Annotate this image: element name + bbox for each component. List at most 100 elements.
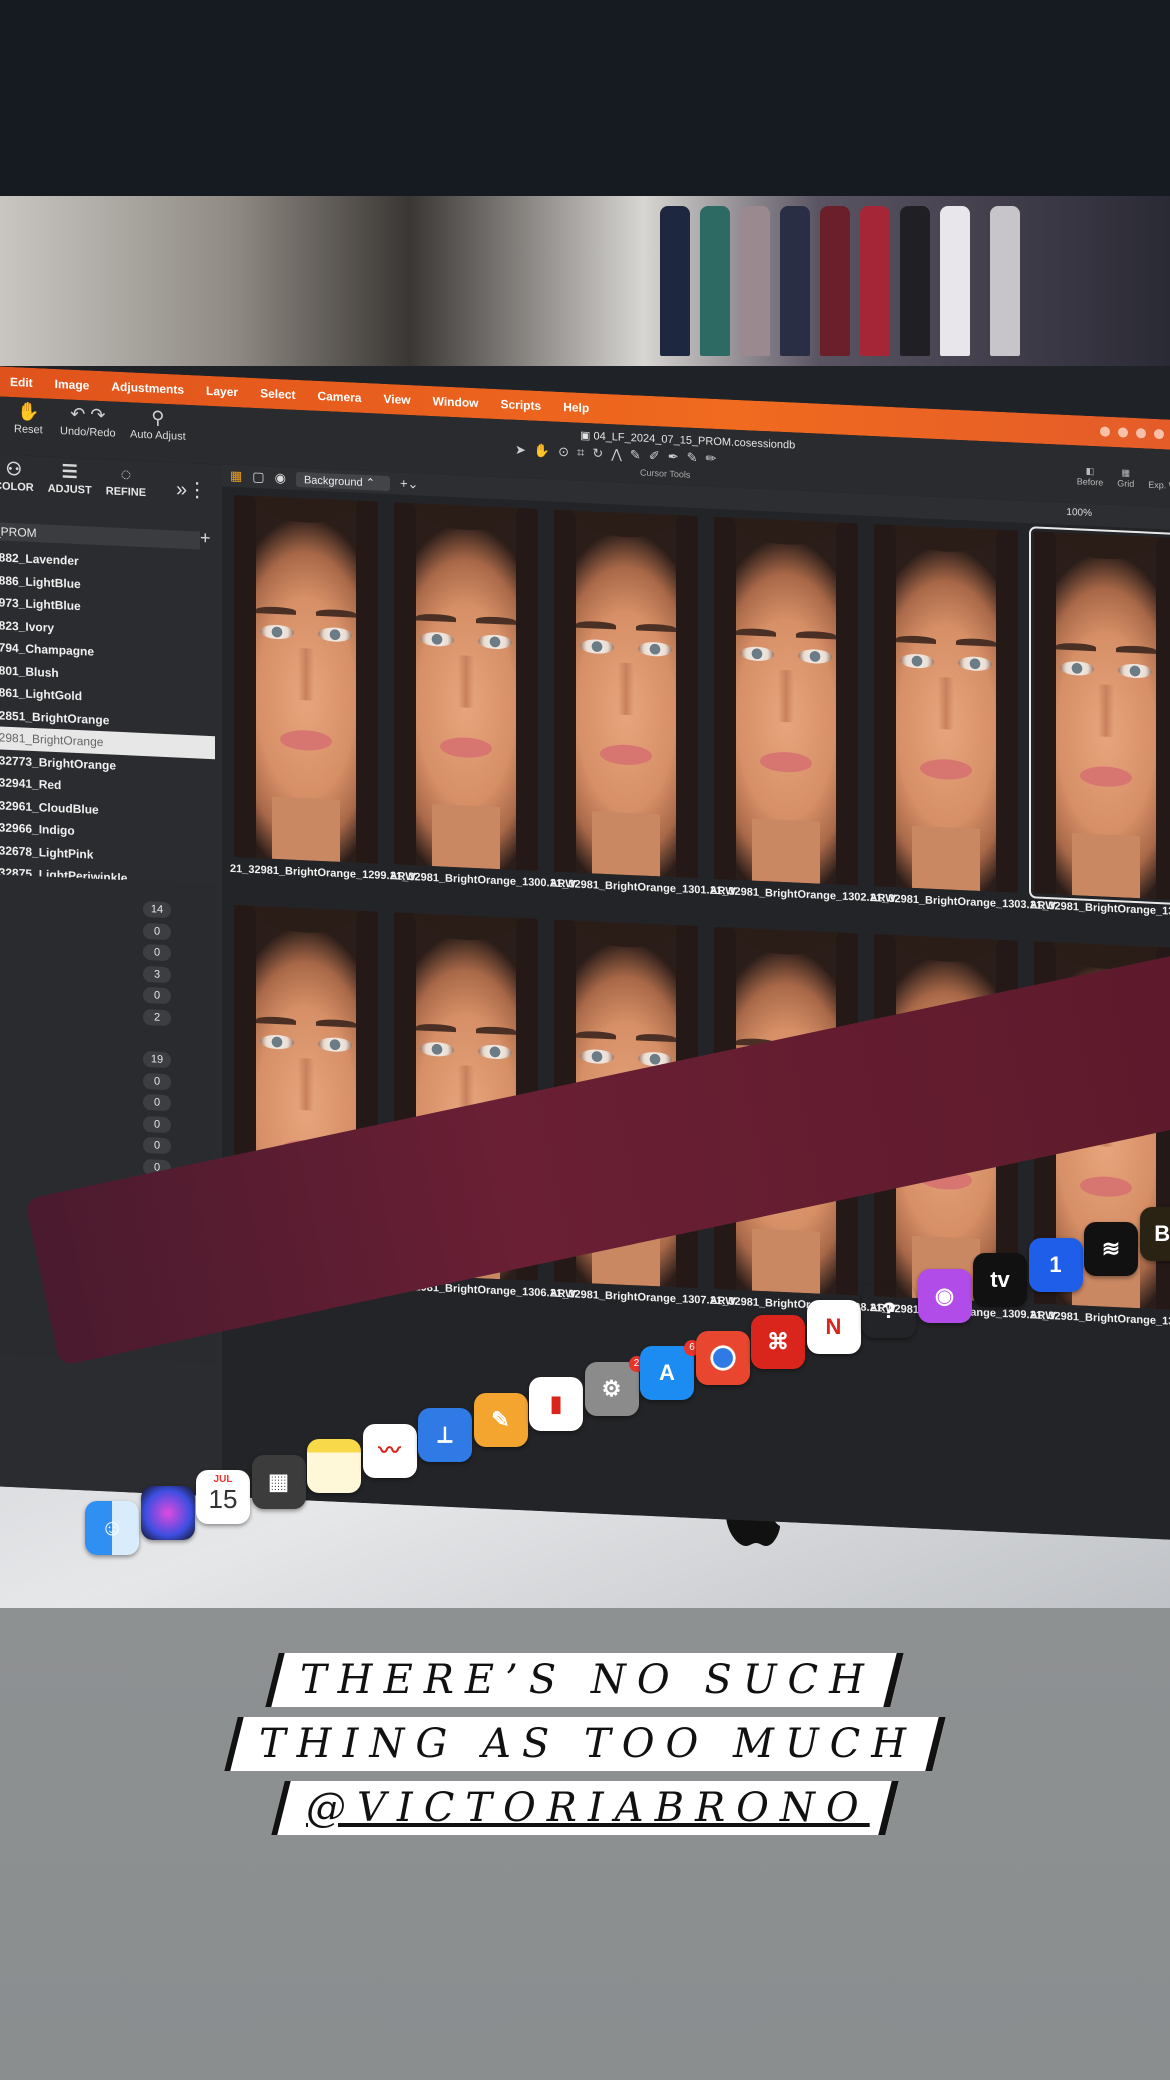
eye-icon[interactable]: ◉ [275,470,286,487]
keynote-icon[interactable]: ⟂ [418,1408,472,1462]
menu-camera[interactable]: Camera [317,389,361,405]
apple-tv-icon[interactable]: tv [973,1253,1027,1307]
nose [1098,684,1114,738]
photo-thumbnail[interactable]: 21_32981_BrightOrange_1301.ARW [550,509,736,916]
keystone-tool-icon[interactable]: ⋀ [611,446,622,462]
caption-mention[interactable]: @VICTORIABRONO [271,1781,899,1835]
crop-tool-icon[interactable]: ⌗ [577,445,584,461]
brow [256,606,296,615]
numbers-icon[interactable]: ▮ [529,1377,583,1431]
undo-redo-button[interactable]: ↶ ↷ Undo/Redo [60,403,116,440]
status-icon[interactable] [1100,426,1110,437]
rotate-tool-icon[interactable]: ↻ [592,445,603,461]
count-badge: 0 [143,922,171,940]
collection-name: _PROM [0,524,37,541]
onepassword-icon[interactable]: 1 [1028,1237,1083,1292]
status-icon[interactable] [1154,428,1164,440]
tab-refine-label: REFINE [105,485,147,500]
news-icon[interactable]: N [806,1299,861,1354]
siri-icon[interactable] [140,1485,195,1540]
notes-icon[interactable] [307,1439,361,1493]
acrobat-icon[interactable]: ⌘ [751,1315,805,1369]
freeform-icon[interactable]: 〰 [362,1423,417,1478]
menu-select[interactable]: Select [260,386,295,402]
portrait-image [554,509,698,879]
spotify-icon[interactable]: ≋ [1084,1222,1138,1276]
portrait-image [394,502,538,871]
menu-view[interactable]: View [383,392,410,407]
exposure-warning-button[interactable]: △Exp. Warning [1148,469,1170,492]
menu-adjustments[interactable]: Adjustments [111,380,184,397]
view-tools: ◧Before ▦Grid △Exp. Warning [1077,465,1170,492]
reset-button[interactable]: ✋ Reset [14,401,43,436]
menu-layer[interactable]: Layer [206,384,238,399]
caption-line-1: THERE’S NO SUCH [265,1653,905,1707]
status-icon[interactable] [1118,427,1128,438]
thumbnail-filename: 21_32981_BrightOrange_1307.ARW [550,1287,736,1308]
collection-select[interactable]: _PROM [0,522,200,550]
brush-tool-icon[interactable]: ✎ [630,447,641,463]
help-question-icon[interactable]: ? [862,1284,916,1338]
tab-adjust-label: ADJUST [47,482,92,497]
add-layer-plus-icon[interactable]: +⌄ [400,476,418,493]
photo-thumbnail[interactable]: 21_32981_BrightOrange_1302.ARW [710,516,896,924]
clone-tool-icon[interactable]: ✏ [706,450,717,466]
count-badge: 19 [143,1050,171,1069]
auto-adjust-button[interactable]: ⚲ Auto Adjust [130,406,186,443]
eye [420,1041,454,1058]
hair [394,912,538,959]
chrome-icon[interactable] [695,1330,750,1385]
dock-glyph: ▦ [268,1468,289,1494]
picker-tool-icon[interactable]: ✒ [668,449,679,465]
grid-button[interactable]: ▦ Grid [1117,467,1134,489]
menu-status-icons [1100,426,1170,442]
dock-glyph: N [825,1313,842,1339]
heal-tool-icon[interactable]: ✎ [687,450,698,466]
thumbnail-filename: 21_32981_BrightOrange_1301.ARW [550,877,736,898]
hair [1034,531,1170,578]
hair [234,495,378,542]
photo-thumbnail[interactable]: 21_32981_BrightOrange_1303.ARW [870,524,1056,931]
hair [874,524,1018,571]
hair [516,507,538,871]
neck [912,825,980,891]
photo-thumbnail[interactable]: 21_32981_BrightOrange_1304.ARW [1029,526,1170,938]
layer-select[interactable]: Background ⌃ [295,471,390,491]
loupe-tool-icon[interactable]: ⊙ [558,444,569,460]
photo-thumbnail[interactable]: 21_32981_BrightOrange_1300.ARW [390,502,576,909]
finder-icon[interactable]: ☺ [85,1501,139,1555]
calculator-icon[interactable]: ▦ [251,1454,306,1509]
podcasts-icon[interactable]: ◉ [917,1268,972,1323]
app-store-icon[interactable]: A6 [640,1340,700,1400]
eraser-tool-icon[interactable]: ✐ [649,448,660,464]
nose [938,677,954,730]
count-badge: 2 [143,1008,171,1026]
calendar-icon[interactable]: JUL 15 [196,1470,250,1524]
caption-text-2: THING AS TOO MUCH [258,1721,918,1767]
menu-edit[interactable]: Edit [10,375,33,390]
lips [440,736,492,759]
neck [752,818,820,884]
add-album-plus-icon[interactable]: + [200,528,211,549]
before-button[interactable]: ◧ Before [1076,465,1104,488]
neck [592,811,660,877]
multi-view-icon[interactable]: ▦ [230,468,242,485]
tab-adjust[interactable]: ☰ ADJUST [48,461,92,509]
status-icon[interactable] [1136,428,1146,439]
before-label: Before [1076,476,1104,488]
system-settings-icon[interactable]: ⚙ 2 [584,1355,645,1416]
menu-window[interactable]: Window [433,394,479,410]
select-cursor-icon[interactable]: ➤ [515,442,526,458]
more-tabs-chevron-icon[interactable]: »⋮ [176,476,207,502]
tab-color[interactable]: ⚇ COLOR [0,458,34,506]
menu-help[interactable]: Help [563,400,589,415]
menu-image[interactable]: Image [55,377,90,393]
bridge-icon[interactable]: Br [1139,1206,1170,1261]
tab-refine[interactable]: ◌ REFINE [106,463,146,511]
pages-icon[interactable]: ✎ [473,1392,528,1447]
single-view-icon[interactable]: ▢ [252,469,264,486]
menu-scripts[interactable]: Scripts [501,397,542,413]
neck [1072,833,1140,899]
photo-thumbnail[interactable]: 21_32981_BrightOrange_1299.ARW [230,495,416,902]
hand-tool-icon[interactable]: ✋ [534,443,550,460]
